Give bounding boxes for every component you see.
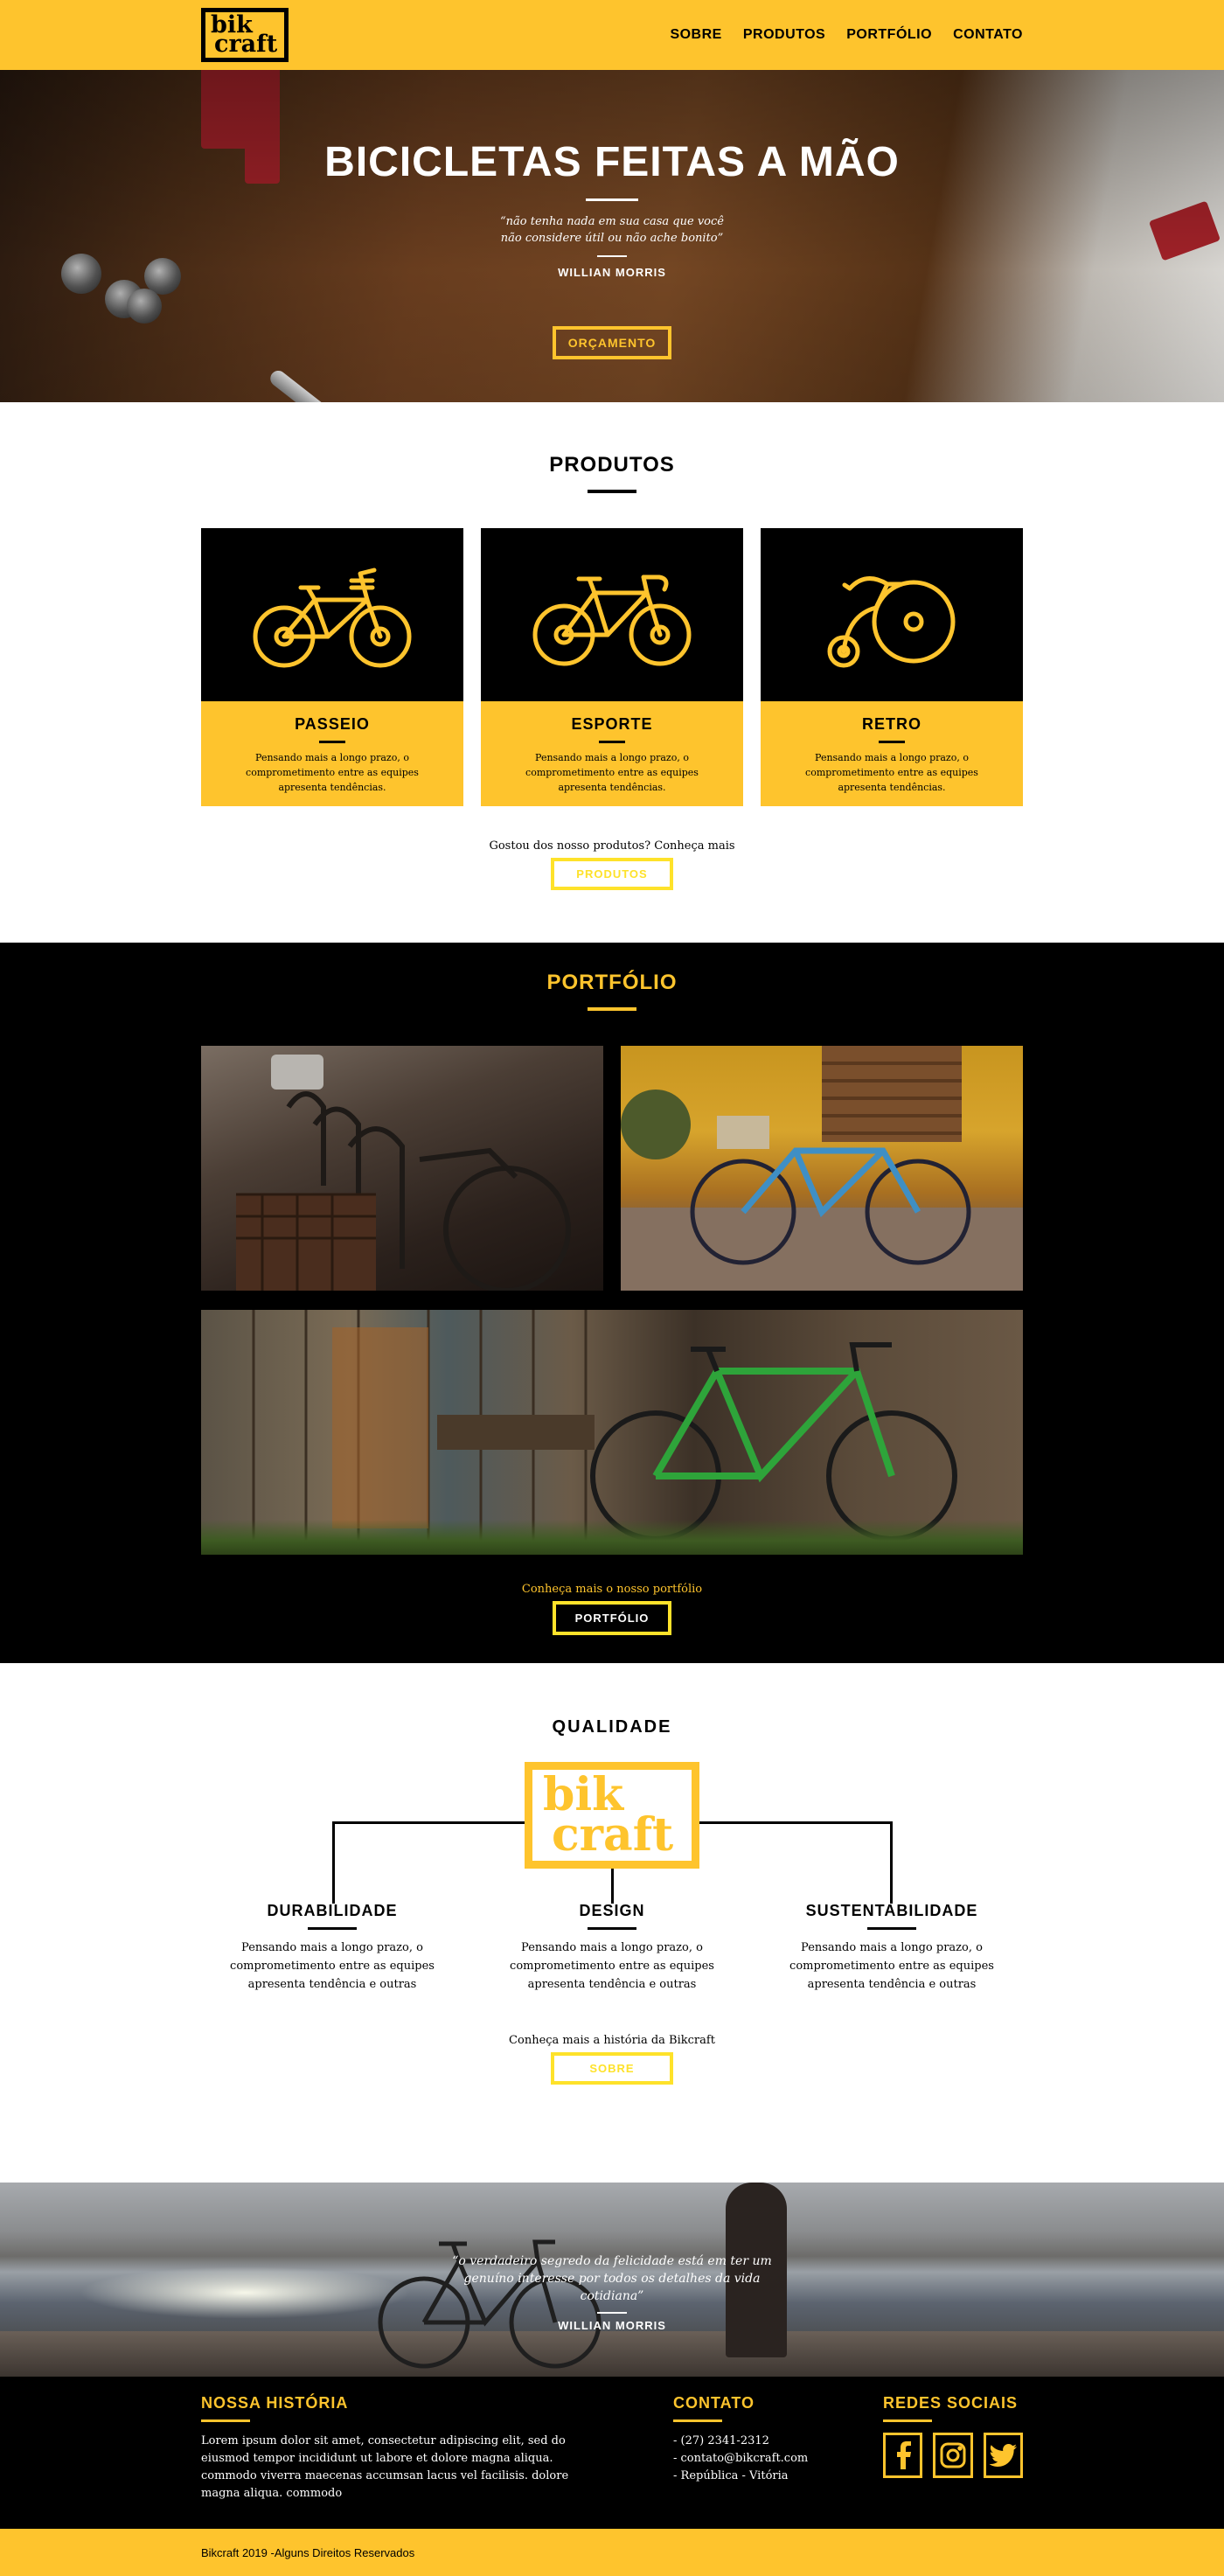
product-desc-esporte: Pensando mais a longo prazo, o compromet… bbox=[525, 752, 699, 793]
qualidade-item-design: DESIGN Pensando mais a longo prazo, o co… bbox=[481, 1902, 743, 1994]
twitter-icon[interactable] bbox=[983, 2433, 1023, 2478]
hero-section: BICICLETAS FEITAS A MÃO “não tenha nada … bbox=[0, 70, 1224, 402]
qualidade-item-sustentabilidade: SUSTENTABILIDADE Pensando mais a longo p… bbox=[761, 1902, 1023, 1994]
nav-contato[interactable]: CONTATO bbox=[953, 27, 1023, 43]
sobre-button[interactable]: SOBRE bbox=[551, 2052, 673, 2085]
qualidade-item-text: Pensando mais a longo prazo, o compromet… bbox=[230, 1941, 435, 1991]
produtos-button[interactable]: PRODUTOS bbox=[551, 858, 673, 890]
portfolio-photo-blue-bike[interactable] bbox=[621, 1046, 1023, 1291]
footer-contato-phone: - (27) 2341-2312 bbox=[673, 2434, 769, 2447]
footer-historia: NOSSA HISTÓRIA Lorem ipsum dolor sit ame… bbox=[201, 2394, 603, 2503]
copyright-bar: Bikcraft 2019 -Alguns Direitos Reservado… bbox=[0, 2529, 1224, 2576]
product-desc-passeio: Pensando mais a longo prazo, o compromet… bbox=[246, 752, 419, 793]
produtos-cta-text: Gostou dos nosso produtos? Conheça mais bbox=[489, 839, 735, 853]
hero-title: BICICLETAS FEITAS A MÃO bbox=[324, 139, 900, 185]
hero-divider bbox=[586, 198, 638, 201]
qualidade-item-text: Pensando mais a longo prazo, o compromet… bbox=[510, 1941, 714, 1991]
qualidade-bikcraft-logo: bik craft bbox=[525, 1762, 699, 1869]
orcamento-button[interactable]: ORÇAMENTO bbox=[552, 326, 672, 359]
main-nav: SOBRE PRODUTOS PORTFÓLIO CONTATO bbox=[670, 27, 1023, 43]
hero-quote: “não tenha nada em sua casa que você não… bbox=[500, 215, 724, 245]
produtos-title: PRODUTOS bbox=[549, 453, 675, 477]
product-card-esporte[interactable]: ESPORTE Pensando mais a longo prazo, o c… bbox=[481, 528, 743, 806]
banner-quote-author: WILLIAN MORRIS bbox=[558, 2319, 666, 2332]
qualidade-item-text: Pensando mais a longo prazo, o compromet… bbox=[789, 1941, 994, 1991]
bike-rack-photo-graphic bbox=[236, 1055, 571, 1291]
produtos-title-underline bbox=[588, 490, 636, 493]
qualidade-connector-right bbox=[699, 1821, 892, 1824]
qualidade-item-title: DESIGN bbox=[579, 1902, 645, 1919]
produtos-section: PRODUTOS PASSEIO Pensando mais a longo p… bbox=[0, 402, 1224, 943]
product-name-passeio: PASSEIO bbox=[295, 715, 370, 733]
facebook-icon[interactable] bbox=[883, 2433, 923, 2478]
hero-quote-author: WILLIAN MORRIS bbox=[558, 266, 666, 279]
footer-redes-title: REDES SOCIAIS bbox=[883, 2394, 1019, 2412]
portfolio-section: PORTFÓLIO Conheça mais o nosso portfólio… bbox=[0, 943, 1224, 1663]
footer-historia-title: NOSSA HISTÓRIA bbox=[201, 2394, 349, 2412]
footer-redes: REDES SOCIAIS bbox=[883, 2394, 1023, 2503]
site-header: bik craft SOBRE PRODUTOS PORTFÓLIO CONTA… bbox=[0, 0, 1224, 70]
site-footer: NOSSA HISTÓRIA Lorem ipsum dolor sit ame… bbox=[0, 2377, 1224, 2529]
portfolio-photo-bike-rack[interactable] bbox=[201, 1046, 603, 1291]
footer-contato: CONTATO - (27) 2341-2312 - contato@bikcr… bbox=[673, 2394, 883, 2503]
qualidade-section: QUALIDADE bik craft DURABILIDADE Pensand… bbox=[0, 1663, 1224, 2183]
qualidade-item-durabilidade: DURABILIDADE Pensando mais a longo prazo… bbox=[201, 1902, 463, 1994]
qualidade-connector-left bbox=[332, 1821, 525, 1824]
city-bike-icon bbox=[253, 567, 412, 668]
blue-bike-photo-graphic bbox=[621, 1046, 1023, 1291]
product-card-retro[interactable]: RETRO Pensando mais a longo prazo, o com… bbox=[761, 528, 1023, 806]
penny-farthing-icon bbox=[827, 576, 956, 668]
qualidade-item-title: SUSTENTABILIDADE bbox=[805, 1902, 978, 1919]
nav-produtos[interactable]: PRODUTOS bbox=[743, 27, 825, 43]
qualidade-title: QUALIDADE bbox=[552, 1717, 672, 1737]
portfolio-photo-green-bike[interactable] bbox=[201, 1310, 1023, 1555]
nav-portfolio[interactable]: PORTFÓLIO bbox=[846, 27, 932, 43]
portfolio-button[interactable]: PORTFÓLIO bbox=[552, 1601, 672, 1635]
nav-sobre[interactable]: SOBRE bbox=[670, 27, 721, 43]
banner-quote: “o verdadeiro segredo da felicidade está… bbox=[452, 2254, 772, 2303]
qualidade-logo-line-2: craft bbox=[552, 1808, 674, 1862]
logo-line-2: craft bbox=[214, 31, 278, 58]
copyright-text: Bikcraft 2019 -Alguns Direitos Reservado… bbox=[201, 2545, 415, 2559]
qualidade-cta-text: Conheça mais a história da Bikcraft bbox=[509, 2034, 715, 2047]
qualidade-item-title: DURABILIDADE bbox=[267, 1902, 398, 1919]
footer-contato-title: CONTATO bbox=[673, 2394, 755, 2412]
quote-banner: “o verdadeiro segredo da felicidade está… bbox=[0, 2183, 1224, 2377]
product-name-esporte: ESPORTE bbox=[571, 715, 653, 733]
product-desc-retro: Pensando mais a longo prazo, o compromet… bbox=[805, 752, 978, 793]
footer-contato-email[interactable]: - contato@bikcraft.com bbox=[673, 2450, 883, 2468]
bikcraft-logo[interactable]: bik craft bbox=[201, 8, 289, 62]
green-bike-photo-graphic bbox=[252, 1310, 957, 1555]
product-card-passeio[interactable]: PASSEIO Pensando mais a longo prazo, o c… bbox=[201, 528, 463, 806]
portfolio-title: PORTFÓLIO bbox=[546, 971, 678, 994]
product-name-retro: RETRO bbox=[862, 715, 921, 733]
portfolio-cta-text: Conheça mais o nosso portfólio bbox=[521, 1583, 703, 1596]
sport-bike-icon bbox=[532, 574, 692, 666]
footer-historia-text: Lorem ipsum dolor sit amet, consectetur … bbox=[201, 2434, 569, 2500]
footer-contato-address: - República - Vitória bbox=[673, 2469, 789, 2482]
portfolio-title-underline bbox=[588, 1007, 636, 1011]
instagram-icon[interactable] bbox=[933, 2433, 973, 2478]
hero-quote-divider bbox=[597, 255, 627, 257]
